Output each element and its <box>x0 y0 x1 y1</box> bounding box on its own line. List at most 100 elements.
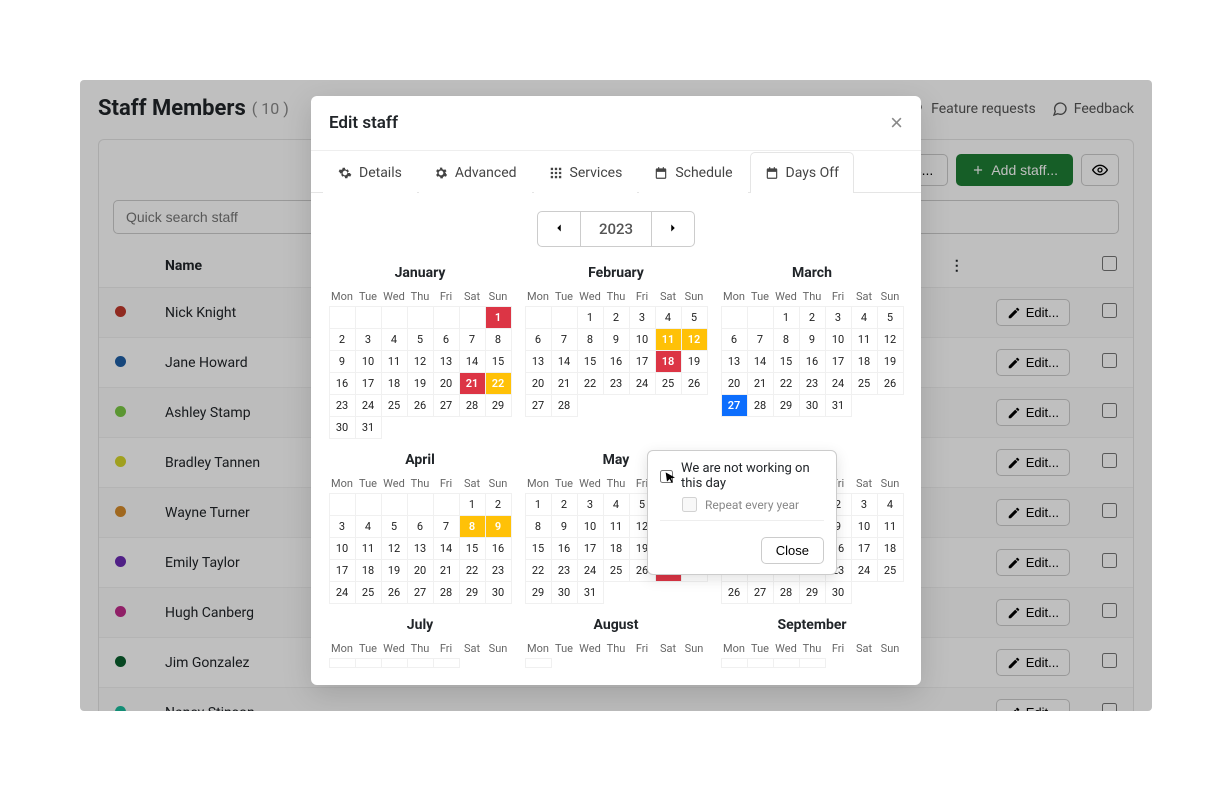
calendar-day[interactable]: 10 <box>629 328 656 351</box>
calendar-day[interactable]: 15 <box>773 350 800 373</box>
calendar-day[interactable]: 11 <box>355 537 382 560</box>
calendar-day[interactable]: 16 <box>485 537 512 560</box>
calendar-day[interactable]: 6 <box>721 328 748 351</box>
calendar-day[interactable]: 3 <box>851 493 878 516</box>
repeat-yearly-checkbox[interactable] <box>682 497 697 512</box>
calendar-day[interactable]: 18 <box>355 559 382 582</box>
calendar-day[interactable]: 3 <box>825 306 852 329</box>
calendar-day[interactable]: 7 <box>747 328 774 351</box>
calendar-day[interactable]: 30 <box>329 416 356 439</box>
calendar-day[interactable]: 19 <box>681 350 708 373</box>
calendar-day[interactable]: 14 <box>747 350 774 373</box>
calendar-day[interactable]: 24 <box>577 559 604 582</box>
calendar-day[interactable]: 27 <box>407 581 434 604</box>
calendar-day[interactable]: 10 <box>355 350 382 373</box>
calendar-day[interactable]: 7 <box>459 328 486 351</box>
calendar-day[interactable]: 15 <box>459 537 486 560</box>
year-prev-button[interactable] <box>537 211 581 247</box>
calendar-day[interactable]: 28 <box>747 394 774 417</box>
calendar-day[interactable]: 22 <box>773 372 800 395</box>
tab-services[interactable]: Services <box>534 152 638 193</box>
calendar-day[interactable]: 16 <box>551 537 578 560</box>
calendar-day[interactable]: 27 <box>433 394 460 417</box>
calendar-day[interactable]: 17 <box>629 350 656 373</box>
calendar-day[interactable]: 3 <box>629 306 656 329</box>
calendar-day[interactable]: 22 <box>459 559 486 582</box>
calendar-day[interactable]: 19 <box>407 372 434 395</box>
calendar-day[interactable]: 28 <box>773 581 800 604</box>
calendar-day[interactable]: 25 <box>355 581 382 604</box>
calendar-day[interactable]: 11 <box>851 328 878 351</box>
calendar-day[interactable]: 10 <box>825 328 852 351</box>
calendar-day[interactable]: 24 <box>329 581 356 604</box>
calendar-day[interactable]: 20 <box>525 372 552 395</box>
calendar-day[interactable]: 9 <box>329 350 356 373</box>
calendar-day[interactable]: 29 <box>525 581 552 604</box>
calendar-day[interactable]: 3 <box>329 515 356 538</box>
calendar-day[interactable]: 28 <box>551 394 578 417</box>
calendar-day[interactable]: 18 <box>851 350 878 373</box>
calendar-day[interactable]: 24 <box>825 372 852 395</box>
calendar-day[interactable]: 21 <box>747 372 774 395</box>
calendar-day[interactable]: 20 <box>433 372 460 395</box>
calendar-day[interactable]: 3 <box>577 493 604 516</box>
calendar-day[interactable]: 6 <box>525 328 552 351</box>
tab-details[interactable]: Details <box>323 152 417 193</box>
calendar-day[interactable]: 8 <box>459 515 486 538</box>
calendar-day[interactable]: 17 <box>577 537 604 560</box>
calendar-day[interactable]: 2 <box>603 306 630 329</box>
calendar-day[interactable]: 25 <box>603 559 630 582</box>
calendar-day[interactable]: 12 <box>877 328 904 351</box>
tab-days-off[interactable]: Days Off <box>750 152 854 193</box>
calendar-day[interactable]: 15 <box>525 537 552 560</box>
calendar-day[interactable]: 26 <box>877 372 904 395</box>
calendar-day[interactable]: 14 <box>551 350 578 373</box>
calendar-day[interactable]: 1 <box>485 306 512 329</box>
calendar-day[interactable]: 1 <box>459 493 486 516</box>
calendar-day[interactable]: 16 <box>603 350 630 373</box>
calendar-day[interactable]: 17 <box>851 537 878 560</box>
calendar-day[interactable]: 23 <box>603 372 630 395</box>
calendar-day[interactable]: 29 <box>485 394 512 417</box>
calendar-day[interactable]: 6 <box>433 328 460 351</box>
calendar-day[interactable]: 11 <box>877 515 904 538</box>
calendar-day[interactable]: 4 <box>851 306 878 329</box>
calendar-day[interactable]: 21 <box>551 372 578 395</box>
calendar-day[interactable]: 18 <box>655 350 682 373</box>
calendar-day[interactable]: 5 <box>407 328 434 351</box>
calendar-day[interactable]: 4 <box>381 328 408 351</box>
calendar-day[interactable]: 2 <box>329 328 356 351</box>
calendar-day[interactable]: 9 <box>551 515 578 538</box>
popover-close-button[interactable]: Close <box>761 537 824 564</box>
calendar-day[interactable]: 29 <box>773 394 800 417</box>
calendar-day[interactable]: 26 <box>681 372 708 395</box>
calendar-day[interactable]: 27 <box>721 394 748 417</box>
calendar-day[interactable]: 21 <box>433 559 460 582</box>
calendar-day[interactable]: 13 <box>525 350 552 373</box>
calendar-day[interactable]: 22 <box>577 372 604 395</box>
calendar-day[interactable]: 4 <box>877 493 904 516</box>
calendar-day[interactable]: 24 <box>629 372 656 395</box>
calendar-day[interactable]: 25 <box>655 372 682 395</box>
calendar-day[interactable]: 4 <box>355 515 382 538</box>
calendar-day[interactable]: 30 <box>485 581 512 604</box>
modal-close-button[interactable]: × <box>890 110 903 136</box>
calendar-day[interactable]: 28 <box>459 394 486 417</box>
calendar-day[interactable]: 11 <box>603 515 630 538</box>
calendar-day[interactable]: 7 <box>433 515 460 538</box>
calendar-day[interactable]: 27 <box>747 581 774 604</box>
calendar-day[interactable]: 18 <box>877 537 904 560</box>
calendar-day[interactable]: 26 <box>407 394 434 417</box>
calendar-day[interactable]: 24 <box>355 394 382 417</box>
calendar-day[interactable]: 5 <box>681 306 708 329</box>
calendar-day[interactable]: 8 <box>577 328 604 351</box>
calendar-day[interactable]: 16 <box>329 372 356 395</box>
calendar-day[interactable]: 18 <box>603 537 630 560</box>
calendar-day[interactable]: 22 <box>485 372 512 395</box>
calendar-day[interactable]: 21 <box>459 372 486 395</box>
calendar-day[interactable]: 20 <box>407 559 434 582</box>
calendar-day[interactable]: 29 <box>799 581 826 604</box>
calendar-day[interactable]: 28 <box>433 581 460 604</box>
calendar-day[interactable]: 31 <box>577 581 604 604</box>
calendar-day[interactable]: 22 <box>525 559 552 582</box>
